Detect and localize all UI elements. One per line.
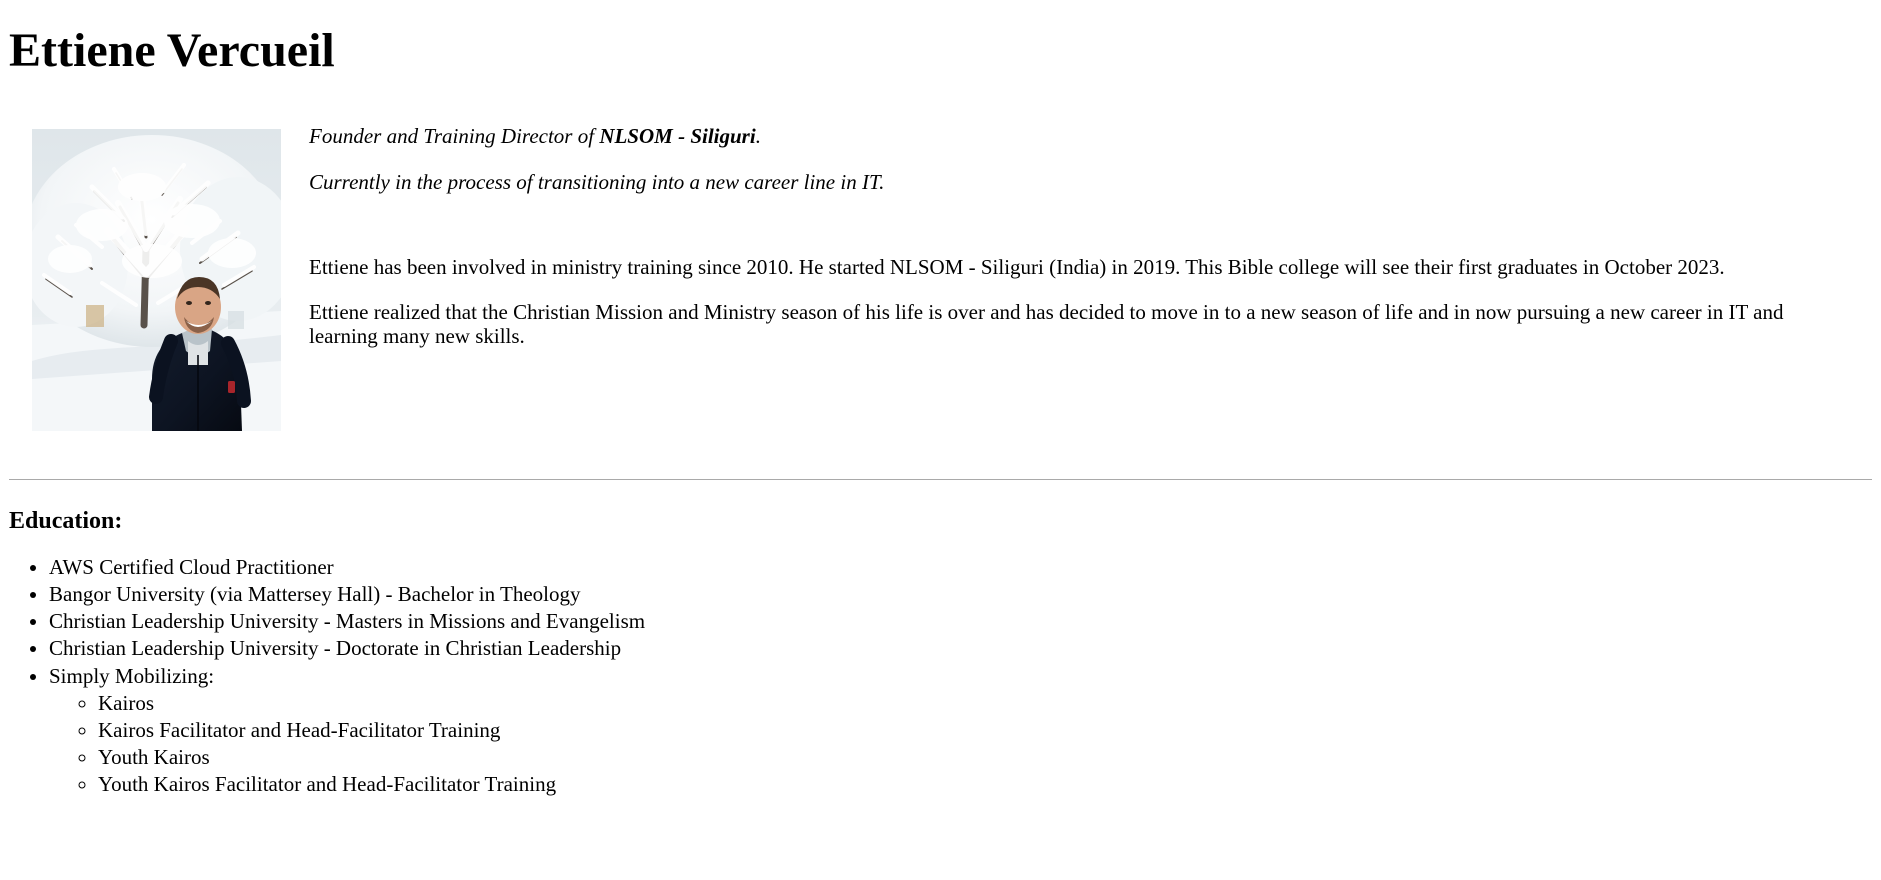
profile-photo <box>32 128 281 431</box>
section-divider <box>9 478 1872 480</box>
list-item: Youth Kairos <box>98 744 1872 769</box>
profile-paragraph-1: Ettiene has been involved in ministry tr… <box>309 255 1725 280</box>
education-subitem-label: Kairos <box>98 690 154 715</box>
education-subitem-label: Kairos Facilitator and Head-Facilitator … <box>98 717 501 742</box>
education-sublist: Kairos Kairos Facilitator and Head-Facil… <box>49 690 1872 796</box>
education-subitem-label: Youth Kairos <box>98 744 210 769</box>
education-item-label: Bangor University (via Mattersey Hall) -… <box>49 582 581 607</box>
organisation-name: NLSOM - Siliguri <box>599 123 756 148</box>
list-item: Kairos <box>98 690 1872 715</box>
profile-text-column: Founder and Training Director of NLSOM -… <box>309 124 1872 349</box>
profile-photo-container <box>32 128 281 431</box>
profile-paragraph-2: Ettiene realized that the Christian Miss… <box>309 300 1784 348</box>
profile-status-line: Currently in the process of transitionin… <box>309 169 885 194</box>
profile-role-prefix: Founder and Training Director of <box>309 123 600 148</box>
education-list: AWS Certified Cloud Practitioner Bangor … <box>9 556 1872 796</box>
snow-portrait-illustration <box>32 128 281 431</box>
education-subitem-label: Youth Kairos Facilitator and Head-Facili… <box>98 771 557 796</box>
list-item: Youth Kairos Facilitator and Head-Facili… <box>98 771 1872 796</box>
profile-role-line: Founder and Training Director of NLSOM -… <box>309 124 1872 149</box>
education-item-label: Christian Leadership University - Doctor… <box>49 636 622 661</box>
list-item: Kairos Facilitator and Head-Facilitator … <box>98 717 1872 742</box>
list-item: Christian Leadership University - Doctor… <box>49 637 1872 660</box>
education-item-label: AWS Certified Cloud Practitioner <box>49 555 334 580</box>
list-item: Bangor University (via Mattersey Hall) -… <box>49 583 1872 606</box>
education-item-label: Simply Mobilizing: <box>49 663 215 688</box>
education-item-label: Christian Leadership University - Master… <box>49 609 646 634</box>
profile-role-suffix: . <box>755 123 761 148</box>
list-item: Christian Leadership University - Master… <box>49 610 1872 633</box>
list-item: AWS Certified Cloud Practitioner <box>49 556 1872 579</box>
list-item: Simply Mobilizing: Kairos Kairos Facilit… <box>49 663 1872 796</box>
profile-intro-block: Founder and Training Director of NLSOM -… <box>9 124 1872 431</box>
document-page: Ettiene Vercueil Founder and Training Di… <box>0 24 1881 796</box>
education-heading: Education: <box>9 507 123 534</box>
page-title: Ettiene Vercueil <box>9 24 335 77</box>
